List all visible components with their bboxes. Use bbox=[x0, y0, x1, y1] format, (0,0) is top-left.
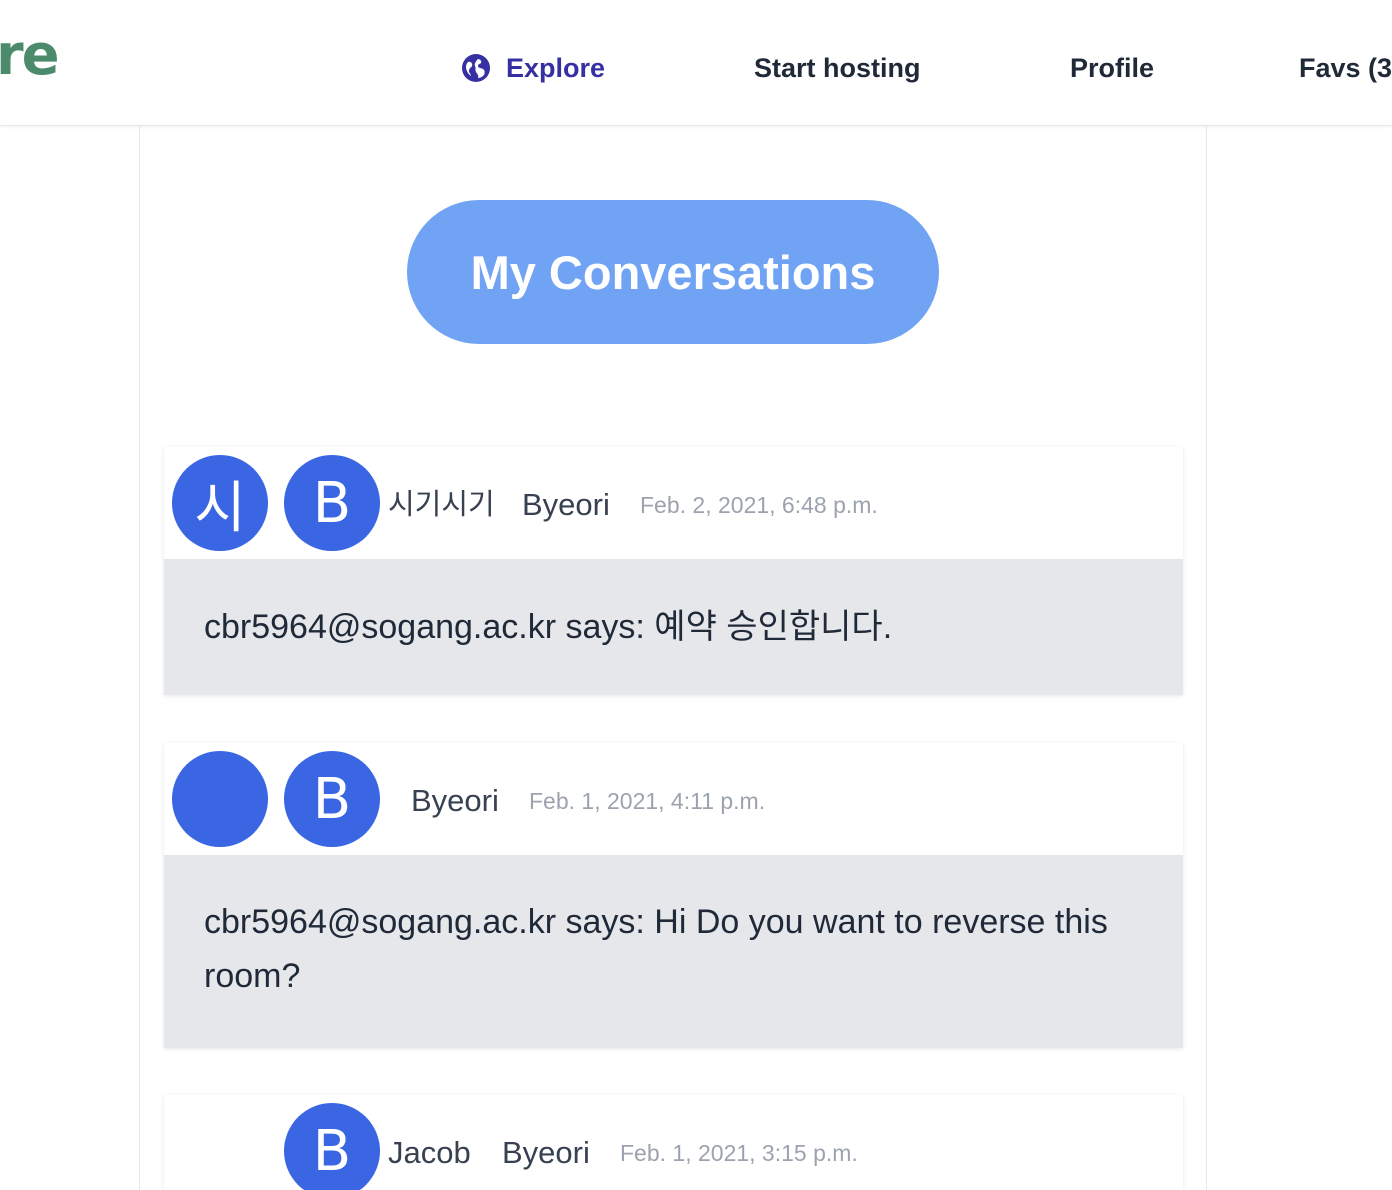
conversation-last-message: cbr5964@sogang.ac.kr says: Hi Do you wan… bbox=[164, 855, 1183, 1048]
conversation-last-message: cbr5964@sogang.ac.kr says: 예약 승인합니다. bbox=[164, 559, 1183, 695]
participant-name: Byeori bbox=[502, 1135, 590, 1170]
participant-name: 시기시기 bbox=[388, 489, 495, 521]
avatar: 시 bbox=[172, 455, 268, 551]
conversation-card[interactable]: 시 B 시기시기 Byeori Feb. 2, 2021, 6:48 p.m. … bbox=[164, 447, 1183, 695]
nav-profile-link[interactable]: Profile bbox=[1070, 50, 1154, 86]
conversation-header: B Jacob Byeori Feb. 1, 2021, 3:15 p.m. bbox=[164, 1095, 1183, 1190]
nav-explore-label: Explore bbox=[506, 53, 606, 83]
conversation-date: Feb. 2, 2021, 6:48 p.m. bbox=[640, 492, 878, 518]
avatar: B bbox=[284, 751, 380, 847]
nav-explore-link[interactable]: Explore bbox=[461, 50, 605, 86]
conversation-date: Feb. 1, 2021, 3:15 p.m. bbox=[620, 1140, 858, 1166]
globe-icon bbox=[461, 53, 491, 83]
conversation-date: Feb. 1, 2021, 4:11 p.m. bbox=[529, 788, 766, 814]
conversation-header: B Byeori Feb. 1, 2021, 4:11 p.m. bbox=[164, 743, 1183, 855]
participant-name: Jacob bbox=[388, 1135, 471, 1170]
logo[interactable]: re bbox=[0, 28, 60, 84]
nav-favs-link[interactable]: Favs (3 bbox=[1299, 50, 1392, 86]
main-content: My Conversations 시 B 시기시기 Byeori Feb. 2,… bbox=[139, 126, 1207, 1190]
avatar bbox=[172, 751, 268, 847]
page-title: My Conversations bbox=[407, 200, 939, 344]
conversation-card[interactable]: B Jacob Byeori Feb. 1, 2021, 3:15 p.m. bbox=[164, 1095, 1183, 1190]
participant-name: Byeori bbox=[522, 487, 610, 522]
conversation-header: 시 B 시기시기 Byeori Feb. 2, 2021, 6:48 p.m. bbox=[164, 447, 1183, 559]
avatar: B bbox=[284, 1103, 380, 1190]
nav-start-hosting-link[interactable]: Start hosting bbox=[754, 50, 921, 86]
avatar: B bbox=[284, 455, 380, 551]
participant-name: Byeori bbox=[411, 783, 499, 818]
conversation-card[interactable]: B Byeori Feb. 1, 2021, 4:11 p.m. cbr5964… bbox=[164, 743, 1183, 1048]
top-navbar: re Explore Start hosting Profile Favs (3 bbox=[0, 0, 1392, 126]
